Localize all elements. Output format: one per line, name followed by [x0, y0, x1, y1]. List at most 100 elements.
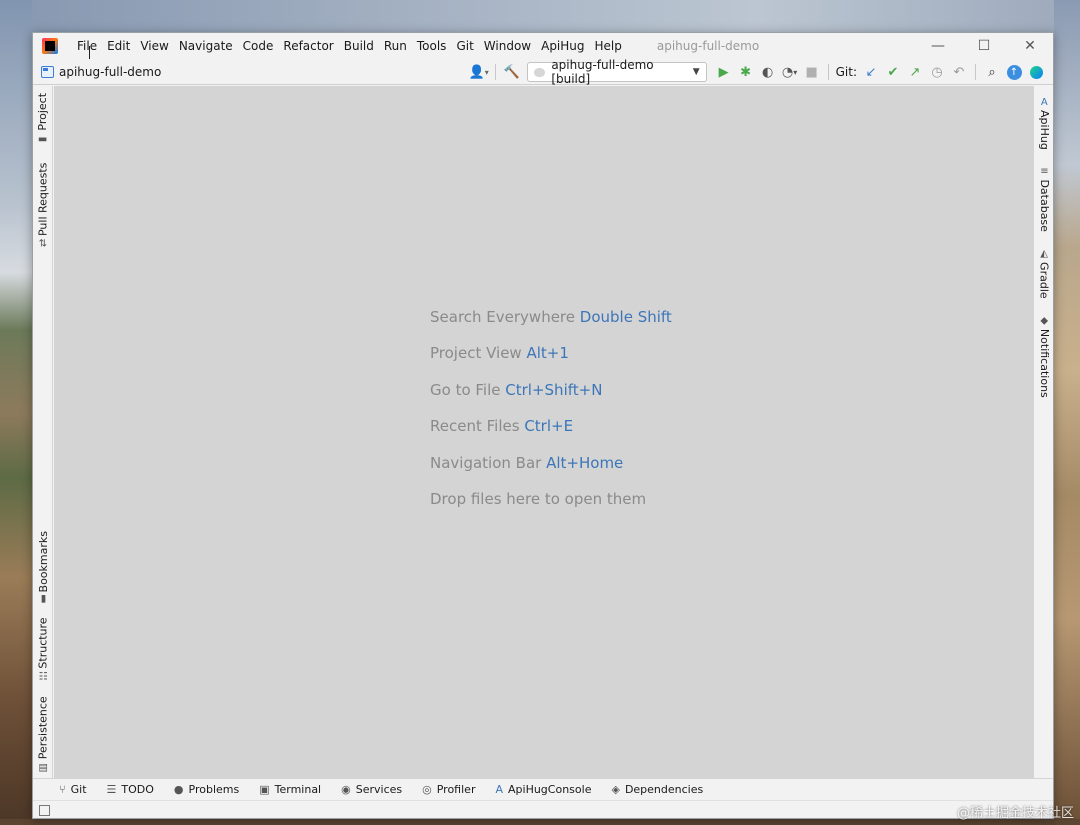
todo-list-icon: ☰: [106, 783, 117, 796]
tab-bookmarks[interactable]: ▮ Bookmarks: [33, 528, 53, 605]
menu-window[interactable]: Window: [479, 35, 536, 57]
toolbar-separator: [494, 64, 496, 80]
menu-code[interactable]: Code: [238, 35, 279, 57]
tab-services[interactable]: ◉ Services: [341, 783, 402, 796]
status-bar: [33, 800, 1053, 818]
tab-dependencies[interactable]: ◈ Dependencies: [611, 783, 703, 796]
bell-icon: ◆: [1040, 315, 1048, 327]
menu-build[interactable]: Build: [339, 35, 379, 57]
window-title: apihug-full-demo: [656, 39, 760, 53]
tab-todo-label: TODO: [121, 783, 154, 796]
tab-persistence-label: Persistence: [36, 695, 50, 759]
tab-pull-requests-label: Pull Requests: [36, 162, 50, 236]
toolbar-actions: 👤 ▾ 🔨 apihug-full-demo [build] ▼ ▶ ✱ ◐ ◔ ▾…: [468, 58, 1047, 86]
tab-terminal[interactable]: ▣ Terminal: [259, 783, 321, 796]
tab-structure[interactable]: ☷ Structure: [33, 616, 53, 682]
chevron-down-icon: ▼: [692, 67, 700, 77]
pull-request-icon: ⇅: [38, 238, 48, 250]
tab-notifications-label: Notifications: [1037, 328, 1051, 398]
mouse-cursor: [89, 46, 95, 60]
debug-icon[interactable]: ✱: [735, 61, 757, 83]
tab-project[interactable]: ▬ Project: [33, 92, 53, 144]
maximize-button[interactable]: ☐: [961, 33, 1007, 59]
services-icon: ◉: [341, 783, 351, 796]
hint-shortcut: Alt+1: [526, 344, 569, 363]
right-tool-stripe: A ApiHug ≡ Database ◭ Gradle ◆ Notifications: [1033, 86, 1053, 778]
profile-icon[interactable]: ◔ ▾: [779, 61, 801, 83]
minimize-button[interactable]: —: [915, 33, 961, 59]
git-commit-icon[interactable]: ✔: [882, 61, 904, 83]
breadcrumb-project-name[interactable]: apihug-full-demo: [59, 65, 161, 79]
hint-text: Drop files here to open them: [430, 489, 647, 508]
menu-navigate[interactable]: Navigate: [174, 35, 238, 57]
git-rollback-icon[interactable]: ↶: [948, 61, 970, 83]
tab-structure-label: Structure: [36, 616, 50, 669]
desktop-sky: [0, 0, 1080, 34]
intellij-logo-icon[interactable]: [42, 38, 58, 54]
toolbar-separator: [975, 64, 976, 80]
tab-problems[interactable]: ● Problems: [174, 783, 239, 796]
ide-window: File Edit View Navigate Code Refactor Bu…: [32, 32, 1054, 819]
apihug-icon: A: [495, 783, 503, 796]
problems-icon: ●: [173, 783, 184, 796]
menu-git[interactable]: Git: [451, 35, 478, 57]
menu-file[interactable]: File: [72, 35, 102, 57]
menu-apihug[interactable]: ApiHug: [536, 35, 589, 57]
hint-navigation-bar: Navigation Bar Alt+Home: [430, 454, 672, 490]
tab-apihug-label: ApiHug: [1037, 109, 1051, 150]
user-account-icon[interactable]: 👤 ▾: [468, 61, 490, 83]
hint-text: Search Everywhere: [430, 308, 575, 326]
hint-text: Go to File: [430, 380, 501, 399]
terminal-icon: ▣: [259, 783, 270, 796]
tab-git[interactable]: ⑂ Git: [59, 783, 87, 796]
menu-tools[interactable]: Tools: [412, 35, 452, 57]
tab-problems-label: Problems: [188, 783, 240, 796]
main-toolbar: apihug-full-demo 👤 ▾ 🔨 apihug-full-demo […: [33, 58, 1053, 86]
menu-run[interactable]: Run: [379, 35, 412, 57]
git-push-icon[interactable]: ↗: [904, 61, 926, 83]
dependencies-icon: ◈: [611, 783, 620, 796]
tab-pull-requests[interactable]: ⇅ Pull Requests: [33, 162, 53, 250]
menu-edit[interactable]: Edit: [102, 35, 135, 57]
menu-help[interactable]: Help: [590, 35, 627, 57]
tab-apihug[interactable]: A ApiHug: [1034, 94, 1053, 154]
tab-profiler-label: Profiler: [436, 783, 476, 796]
tab-database[interactable]: ≡ Database: [1034, 165, 1053, 232]
hint-shortcut: Ctrl+Shift+N: [505, 380, 603, 399]
tab-gradle[interactable]: ◭ Gradle: [1034, 246, 1053, 302]
window-controls: — ☐ ✕: [915, 33, 1053, 59]
build-hammer-icon[interactable]: 🔨: [501, 61, 523, 83]
tab-bookmarks-label: Bookmarks: [36, 530, 50, 592]
run-configuration-label: apihug-full-demo [build]: [551, 58, 654, 86]
hint-shortcut: Ctrl+E: [524, 417, 574, 436]
structure-icon: ☷: [38, 671, 48, 683]
menu-refactor[interactable]: Refactor: [278, 35, 338, 57]
editor-empty-area[interactable]: Search Everywhere Double Shift Project V…: [54, 86, 1034, 778]
run-icon[interactable]: ▶: [713, 61, 735, 83]
toggle-tool-windows-icon[interactable]: [39, 805, 50, 816]
ide-update-icon[interactable]: ↑: [1003, 61, 1025, 83]
run-configuration-select[interactable]: apihug-full-demo [build] ▼: [526, 58, 707, 86]
desktop-background-bottom: [0, 819, 1080, 825]
tab-todo[interactable]: ☰ TODO: [107, 783, 154, 796]
jetbrains-plugin-icon[interactable]: [1025, 61, 1047, 83]
menu-bar: File Edit View Navigate Code Refactor Bu…: [33, 33, 1053, 59]
gradle-icon: ◭: [1040, 248, 1048, 260]
tab-git-label: Git: [70, 783, 87, 796]
folder-icon: ▬: [38, 133, 48, 145]
tab-gradle-label: Gradle: [1037, 261, 1051, 299]
tab-apihug-console-label: ApiHugConsole: [508, 783, 592, 796]
tab-notifications[interactable]: ◆ Notifications: [1034, 314, 1053, 400]
menu-view[interactable]: View: [135, 35, 173, 57]
tab-profiler[interactable]: ◎ Profiler: [422, 783, 475, 796]
search-icon[interactable]: ⌕: [981, 61, 1003, 83]
tab-apihug-console[interactable]: A ApiHugConsole: [495, 783, 591, 796]
coverage-icon[interactable]: ◐: [757, 61, 779, 83]
git-history-icon[interactable]: ◷: [926, 61, 948, 83]
tab-persistence[interactable]: ▤ Persistence: [33, 695, 53, 773]
git-update-icon[interactable]: ↙: [860, 61, 882, 83]
close-button[interactable]: ✕: [1007, 33, 1053, 59]
hint-project-view: Project View Alt+1: [430, 344, 672, 380]
stop-icon[interactable]: ■: [801, 61, 823, 83]
persistence-icon: ▤: [38, 761, 48, 773]
